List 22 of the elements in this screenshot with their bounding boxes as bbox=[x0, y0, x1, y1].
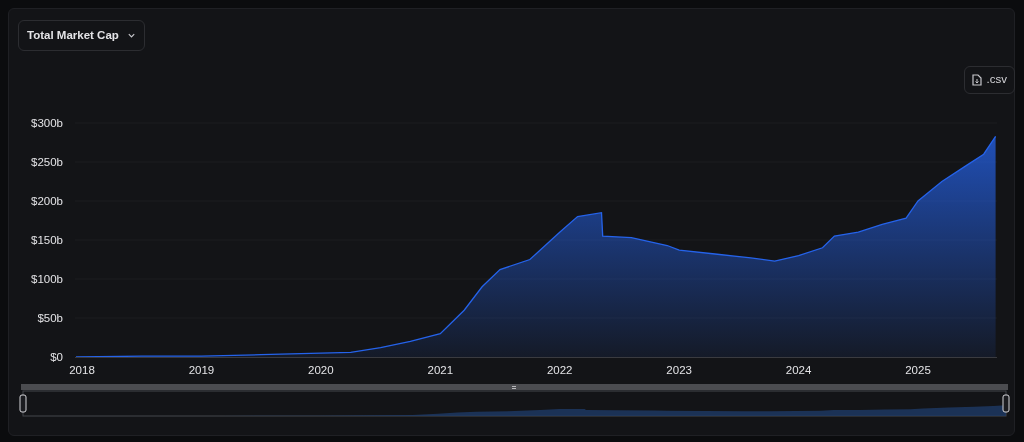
y-axis-label: $250b bbox=[31, 156, 63, 168]
x-axis-label: 2018 bbox=[69, 364, 95, 376]
x-axis-label: 2024 bbox=[785, 364, 812, 376]
y-axis-label: $150b bbox=[31, 234, 63, 246]
y-axis-label: $0 bbox=[50, 351, 63, 363]
range-handle[interactable] bbox=[1002, 394, 1010, 413]
x-axis-label: 2022 bbox=[546, 364, 573, 376]
chevron-down-icon bbox=[126, 31, 136, 40]
range-slider-bar[interactable] bbox=[21, 384, 1008, 390]
x-axis-label: 2025 bbox=[905, 364, 931, 376]
y-axis-label: $200b bbox=[31, 195, 63, 207]
range-handle[interactable] bbox=[19, 394, 27, 413]
x-axis-label: 2020 bbox=[308, 364, 334, 376]
file-download-icon bbox=[971, 74, 982, 86]
x-axis-label: 2023 bbox=[666, 364, 692, 376]
metric-dropdown[interactable]: Total Market Cap bbox=[18, 20, 145, 51]
y-axis-label: $300b bbox=[31, 117, 63, 129]
x-axis-label: 2021 bbox=[427, 364, 454, 376]
csv-download-button[interactable]: .csv bbox=[963, 66, 1015, 94]
y-axis-label: $100b bbox=[31, 273, 63, 285]
y-axis-label: $50b bbox=[37, 312, 63, 324]
x-axis-label: 2019 bbox=[188, 364, 215, 376]
